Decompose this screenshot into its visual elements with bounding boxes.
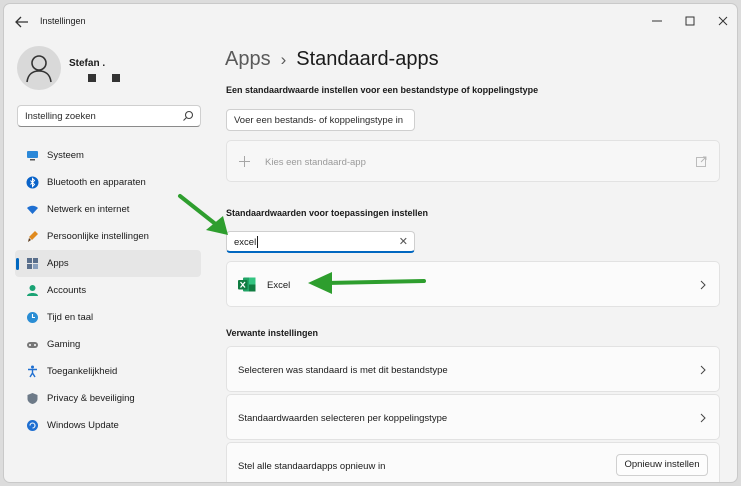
title-bar: Instellingen	[4, 4, 737, 40]
monitor-icon	[27, 151, 38, 161]
sidebar-item-windows-update[interactable]: Windows Update	[15, 412, 201, 439]
reset-defaults-card: Stel alle standaardapps opnieuw in Opnie…	[226, 442, 720, 482]
sidebar-item-label: Accounts	[47, 285, 87, 296]
search-icon[interactable]	[182, 110, 194, 122]
wifi-icon	[27, 205, 38, 214]
filetype-section-heading: Een standaardwaarde instellen voor een b…	[226, 85, 539, 95]
sidebar-nav: Systeem Bluetooth en apparaten Netwerk e…	[15, 142, 201, 439]
avatar	[17, 46, 61, 90]
related-item-label: Selecteren was standaard is met dit best…	[238, 365, 448, 376]
sidebar-item-label: Systeem	[47, 150, 84, 161]
clear-icon[interactable]: ✕	[399, 235, 408, 248]
excel-app-label: Excel	[267, 280, 291, 291]
settings-search-box[interactable]: Instelling zoeken	[17, 105, 201, 127]
window-title: Instellingen	[40, 16, 86, 26]
sidebar-item-label: Persoonlijke instellingen	[47, 231, 149, 242]
gamepad-icon	[27, 342, 38, 348]
sidebar-item-apps[interactable]: Apps	[15, 250, 201, 277]
sidebar-item-privacy[interactable]: Privacy & beveiliging	[15, 385, 201, 412]
apps-icon	[27, 258, 38, 269]
sidebar-item-accessibility[interactable]: Toegankelijkheid	[15, 358, 201, 385]
person-icon	[27, 285, 38, 296]
settings-window: Instellingen Stefan . Instelling zoeken	[3, 3, 738, 483]
sidebar-item-accounts[interactable]: Accounts	[15, 277, 201, 304]
redacted-email-block	[88, 74, 96, 82]
brush-icon	[28, 231, 38, 242]
sidebar-item-label: Gaming	[47, 339, 81, 350]
breadcrumb: Apps › Standaard-apps	[225, 48, 439, 71]
reset-defaults-label: Stel alle standaardapps opnieuw in	[238, 461, 386, 472]
app-search-value[interactable]: excel	[234, 237, 256, 248]
annotation-arrow-diagonal	[178, 194, 228, 235]
reset-button[interactable]: Opnieuw instellen	[616, 454, 708, 476]
excel-icon	[238, 277, 256, 292]
search-input[interactable]: Instelling zoeken	[25, 111, 96, 122]
sidebar-item-label: Windows Update	[47, 420, 119, 431]
excel-app-result[interactable]: Excel	[226, 261, 720, 307]
related-item-label: Standaardwaarden selecteren per koppelin…	[238, 413, 448, 424]
sidebar-item-label: Privacy & beveiliging	[47, 393, 135, 404]
sidebar-item-systeem[interactable]: Systeem	[15, 142, 201, 169]
chevron-right-icon	[700, 365, 706, 375]
accessibility-icon	[28, 365, 37, 378]
maximize-icon[interactable]	[680, 12, 700, 30]
sidebar-item-label: Netwerk en internet	[47, 204, 130, 215]
breadcrumb-parent[interactable]: Apps	[225, 48, 271, 70]
minimize-icon[interactable]	[647, 12, 667, 30]
choose-app-label: Kies een standaard-app	[265, 157, 366, 168]
apps-section-heading: Standaardwaarden voor toepassingen inste…	[226, 208, 429, 218]
app-search-input[interactable]: excel ✕	[226, 231, 415, 253]
sidebar-item-gaming[interactable]: Gaming	[15, 331, 201, 358]
sidebar-item-label: Toegankelijkheid	[47, 366, 118, 377]
sidebar-item-time-language[interactable]: Tijd en taal	[15, 304, 201, 331]
close-icon[interactable]	[713, 12, 733, 30]
chevron-right-icon	[700, 280, 706, 290]
bluetooth-icon	[26, 176, 39, 189]
person-icon	[26, 55, 52, 83]
related-item-linktype[interactable]: Standaardwaarden selecteren per koppelin…	[226, 394, 720, 440]
related-settings-heading: Verwante instellingen	[226, 328, 319, 338]
profile-name: Stefan .	[69, 58, 106, 69]
plus-icon	[239, 156, 250, 167]
text-caret	[257, 236, 258, 248]
back-arrow-icon[interactable]	[13, 14, 31, 30]
filetype-placeholder: Voer een bestands- of koppelingstype in	[234, 115, 404, 126]
chevron-right-icon	[700, 413, 706, 423]
filetype-search-input[interactable]: Voer een bestands- of koppelingstype in	[226, 109, 415, 131]
sidebar-item-label: Bluetooth en apparaten	[47, 177, 146, 188]
related-item-filetype[interactable]: Selecteren was standaard is met dit best…	[226, 346, 720, 392]
redacted-email-block	[112, 74, 120, 82]
annotation-arrow-left	[308, 272, 426, 294]
sidebar-item-label: Tijd en taal	[47, 312, 94, 323]
choose-default-app-card: Kies een standaard-app	[226, 140, 720, 182]
shield-icon	[27, 393, 38, 404]
external-link-icon	[696, 156, 707, 167]
sidebar-item-label: Apps	[47, 258, 69, 269]
update-icon	[27, 420, 38, 431]
globe-clock-icon	[27, 312, 38, 323]
breadcrumb-separator: ›	[280, 50, 287, 69]
page-title: Standaard-apps	[296, 48, 439, 70]
